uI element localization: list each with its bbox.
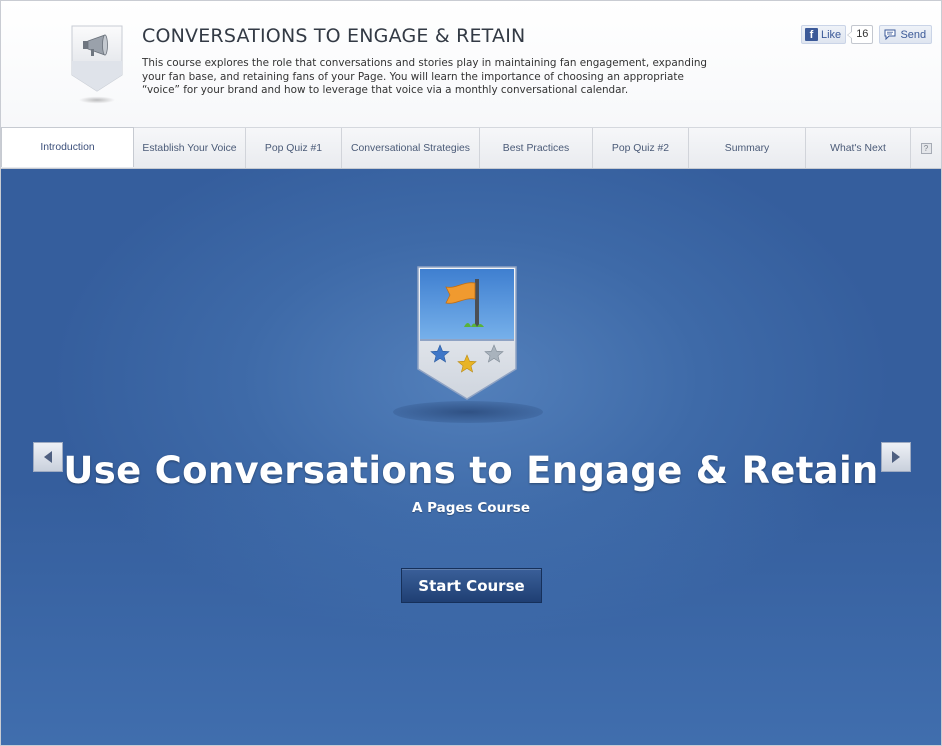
course-tabs: Introduction Establish Your Voice Pop Qu… <box>1 127 941 169</box>
like-count: 16 <box>847 25 874 44</box>
intro-stage: Use Conversations to Engage & Retain A P… <box>1 169 941 745</box>
start-course-button[interactable]: Start Course <box>401 568 542 603</box>
hero-title: Use Conversations to Engage & Retain <box>63 449 879 492</box>
facebook-like-button[interactable]: f Like <box>801 25 847 44</box>
arrow-left-icon <box>44 451 52 463</box>
arrow-right-icon <box>892 451 900 463</box>
tab-conversational-strategies[interactable]: Conversational Strategies <box>342 128 480 168</box>
help-button[interactable]: ? <box>911 128 941 168</box>
speech-bubble-icon <box>884 29 896 40</box>
next-slide-button[interactable] <box>881 442 911 472</box>
hero-subtitle: A Pages Course <box>412 500 530 516</box>
tab-best-practices[interactable]: Best Practices <box>480 128 593 168</box>
tab-establish-your-voice[interactable]: Establish Your Voice <box>134 128 246 168</box>
tab-pop-quiz-2[interactable]: Pop Quiz #2 <box>593 128 689 168</box>
flag-badge-icon <box>417 266 517 400</box>
tab-introduction[interactable]: Introduction <box>1 127 134 167</box>
course-title: CONVERSATIONS TO ENGAGE & RETAIN <box>142 25 526 47</box>
megaphone-icon <box>71 25 123 104</box>
tab-whats-next[interactable]: What's Next <box>806 128 911 168</box>
question-icon: ? <box>920 142 932 154</box>
facebook-send-button[interactable]: Send <box>879 25 933 44</box>
tab-summary[interactable]: Summary <box>689 128 806 168</box>
course-window: CONVERSATIONS TO ENGAGE & RETAIN This co… <box>0 0 942 746</box>
tab-pop-quiz-1[interactable]: Pop Quiz #1 <box>246 128 342 168</box>
send-label: Send <box>900 28 927 41</box>
facebook-icon: f <box>805 28 818 41</box>
previous-slide-button[interactable] <box>33 442 63 472</box>
course-description: This course explores the role that conve… <box>142 57 708 97</box>
like-label: Like <box>821 28 842 41</box>
social-buttons: f Like 16 Send <box>801 25 933 44</box>
course-header: CONVERSATIONS TO ENGAGE & RETAIN This co… <box>1 1 941 127</box>
